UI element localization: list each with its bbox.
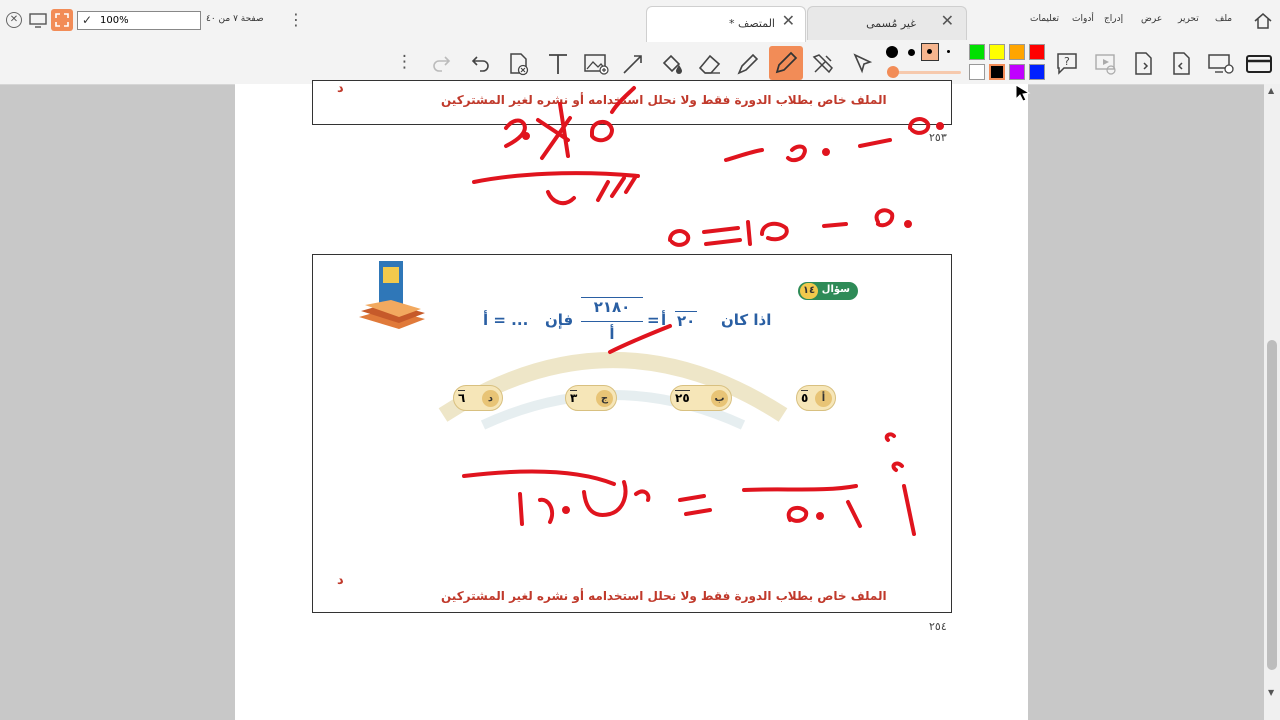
color-swatch-black[interactable] — [989, 64, 1005, 80]
home-icon[interactable] — [1252, 10, 1274, 32]
scroll-up-icon[interactable]: ▲ — [1268, 86, 1274, 95]
text-tool-icon[interactable] — [546, 51, 570, 77]
question-frame: سؤال ١٤ أ = ... فإن ٢١٨٠ أ = أ ٢٠ اذا كا… — [312, 254, 952, 613]
option-letter: ج — [596, 390, 613, 407]
fullscreen-icon[interactable] — [51, 9, 73, 31]
question-label: سؤال — [821, 284, 850, 295]
menu-insert[interactable]: إدراج — [1104, 14, 1123, 24]
mouse-cursor-icon — [1015, 84, 1031, 102]
tools-icon[interactable] — [810, 51, 838, 77]
quiz-icon[interactable]: ? — [1054, 50, 1082, 78]
color-swatch-red[interactable] — [1029, 44, 1045, 60]
highlighter-icon[interactable] — [734, 51, 762, 77]
pen-size-small[interactable] — [947, 50, 950, 53]
zoom-select[interactable]: ✓ 100% — [77, 11, 201, 30]
tab-untitled[interactable]: غير مُسمى ✕ — [807, 6, 967, 40]
color-swatch-yellow[interactable] — [989, 44, 1005, 60]
menu-file[interactable]: ملف — [1215, 14, 1232, 24]
eraser-icon[interactable] — [696, 51, 724, 77]
footer-corner: د — [337, 573, 344, 588]
color-swatch-white[interactable] — [969, 64, 985, 80]
top-toolbar: ✕ ✓ 100% صفحة ٧ من ٤٠ ⋮ المتصف * ✕ غير م… — [0, 0, 1280, 85]
fraction: ٢١٨٠ أ — [581, 297, 643, 347]
question-badge: سؤال ١٤ — [798, 282, 858, 300]
option-value: ٥ — [801, 390, 809, 405]
option-c[interactable]: ج ٣ — [565, 385, 617, 411]
fraction-denominator: أ — [609, 325, 615, 343]
undo-icon[interactable] — [468, 52, 492, 76]
tab-label: المتصف * — [728, 17, 775, 30]
menu-edit[interactable]: تحرير — [1178, 14, 1199, 24]
zoom-value: 100% — [100, 15, 129, 26]
then-text: فإن — [545, 311, 574, 329]
next-page-icon[interactable] — [1130, 50, 1158, 78]
color-swatch-purple[interactable] — [1009, 64, 1025, 80]
redo-icon[interactable] — [430, 52, 454, 76]
question-number: ١٤ — [800, 283, 818, 299]
svg-text:?: ? — [1064, 55, 1070, 68]
option-letter: د — [482, 390, 499, 407]
close-app-icon[interactable]: ✕ — [6, 12, 22, 28]
delete-page-icon[interactable] — [506, 51, 532, 77]
option-d[interactable]: د ٦ — [453, 385, 503, 411]
scroll-down-icon[interactable]: ▼ — [1268, 688, 1274, 697]
pen-size-medium[interactable] — [908, 49, 915, 56]
footer-corner: د — [337, 81, 344, 96]
color-swatch-green[interactable] — [969, 44, 985, 60]
arrow-tool-icon[interactable] — [620, 51, 646, 77]
menu-view[interactable]: عرض — [1141, 14, 1162, 24]
vertical-scrollbar[interactable]: ▲ ▼ — [1264, 84, 1280, 720]
color-swatch-blue[interactable] — [1029, 64, 1045, 80]
page-indicator: صفحة ٧ من ٤٠ — [206, 14, 264, 24]
scrollbar-thumb[interactable] — [1267, 340, 1277, 670]
monitor-icon[interactable] — [28, 10, 48, 30]
window-icon[interactable] — [1244, 50, 1274, 78]
footer-note: الملف خاص بطلاب الدورة فقط ولا نحلل استخ… — [441, 93, 887, 107]
radical-value: ٢٠ — [675, 311, 698, 330]
stem-prefix: اذا كان — [721, 311, 772, 329]
option-value: ٢٥ — [675, 390, 690, 405]
color-swatch-orange[interactable] — [1009, 44, 1025, 60]
option-letter: ب — [711, 390, 728, 407]
tab-bar: ✕ ✓ 100% صفحة ٧ من ٤٠ ⋮ المتصف * ✕ غير م… — [0, 0, 1280, 42]
menu-tools[interactable]: أدوات — [1072, 14, 1094, 24]
option-value: ٦ — [458, 390, 466, 405]
pen-size-large[interactable] — [886, 46, 898, 58]
opacity-slider[interactable] — [887, 66, 961, 78]
footer-note: الملف خاص بطلاب الدورة فقط ولا نحلل استخ… — [441, 589, 887, 603]
result-text: أ = ... — [483, 311, 529, 329]
screen-settings-icon[interactable] — [1206, 50, 1236, 78]
menu-help[interactable]: تعليمات — [1030, 14, 1059, 24]
option-letter: أ — [815, 390, 832, 407]
page-number-top: ٢٥٣ — [929, 131, 947, 144]
page-number-bottom: ٢٥٤ — [929, 620, 947, 633]
pen-tool-icon[interactable] — [769, 46, 803, 80]
document-page[interactable]: الملف خاص بطلاب الدورة فقط ولا نحلل استخ… — [235, 80, 1028, 720]
previous-page-frame: الملف خاص بطلاب الدورة فقط ولا نحلل استخ… — [312, 80, 952, 125]
insert-image-icon[interactable] — [582, 51, 610, 77]
tab-mutasaffih[interactable]: المتصف * ✕ — [646, 6, 806, 42]
video-icon[interactable] — [1092, 50, 1120, 78]
tab-label: غير مُسمى — [866, 17, 916, 30]
close-tab-icon[interactable]: ✕ — [941, 11, 954, 30]
more-options-icon[interactable]: ⋮ — [396, 52, 413, 72]
prev-page-icon[interactable] — [1168, 50, 1196, 78]
variable: أ — [661, 311, 667, 329]
fraction-numerator: ٢١٨٠ — [581, 297, 643, 316]
more-icon[interactable]: ⋮ — [288, 10, 304, 29]
pen-size-selected[interactable] — [921, 43, 939, 61]
equation: أ = ... فإن ٢١٨٠ أ = أ ٢٠ اذا كان — [483, 297, 783, 347]
book-image — [355, 257, 431, 333]
fill-bucket-icon[interactable] — [658, 51, 686, 77]
option-value: ٣ — [570, 390, 578, 405]
option-a[interactable]: أ ٥ — [796, 385, 836, 411]
option-b[interactable]: ب ٢٥ — [670, 385, 732, 411]
select-pointer-icon[interactable] — [850, 51, 876, 77]
close-tab-icon[interactable]: ✕ — [782, 11, 795, 30]
